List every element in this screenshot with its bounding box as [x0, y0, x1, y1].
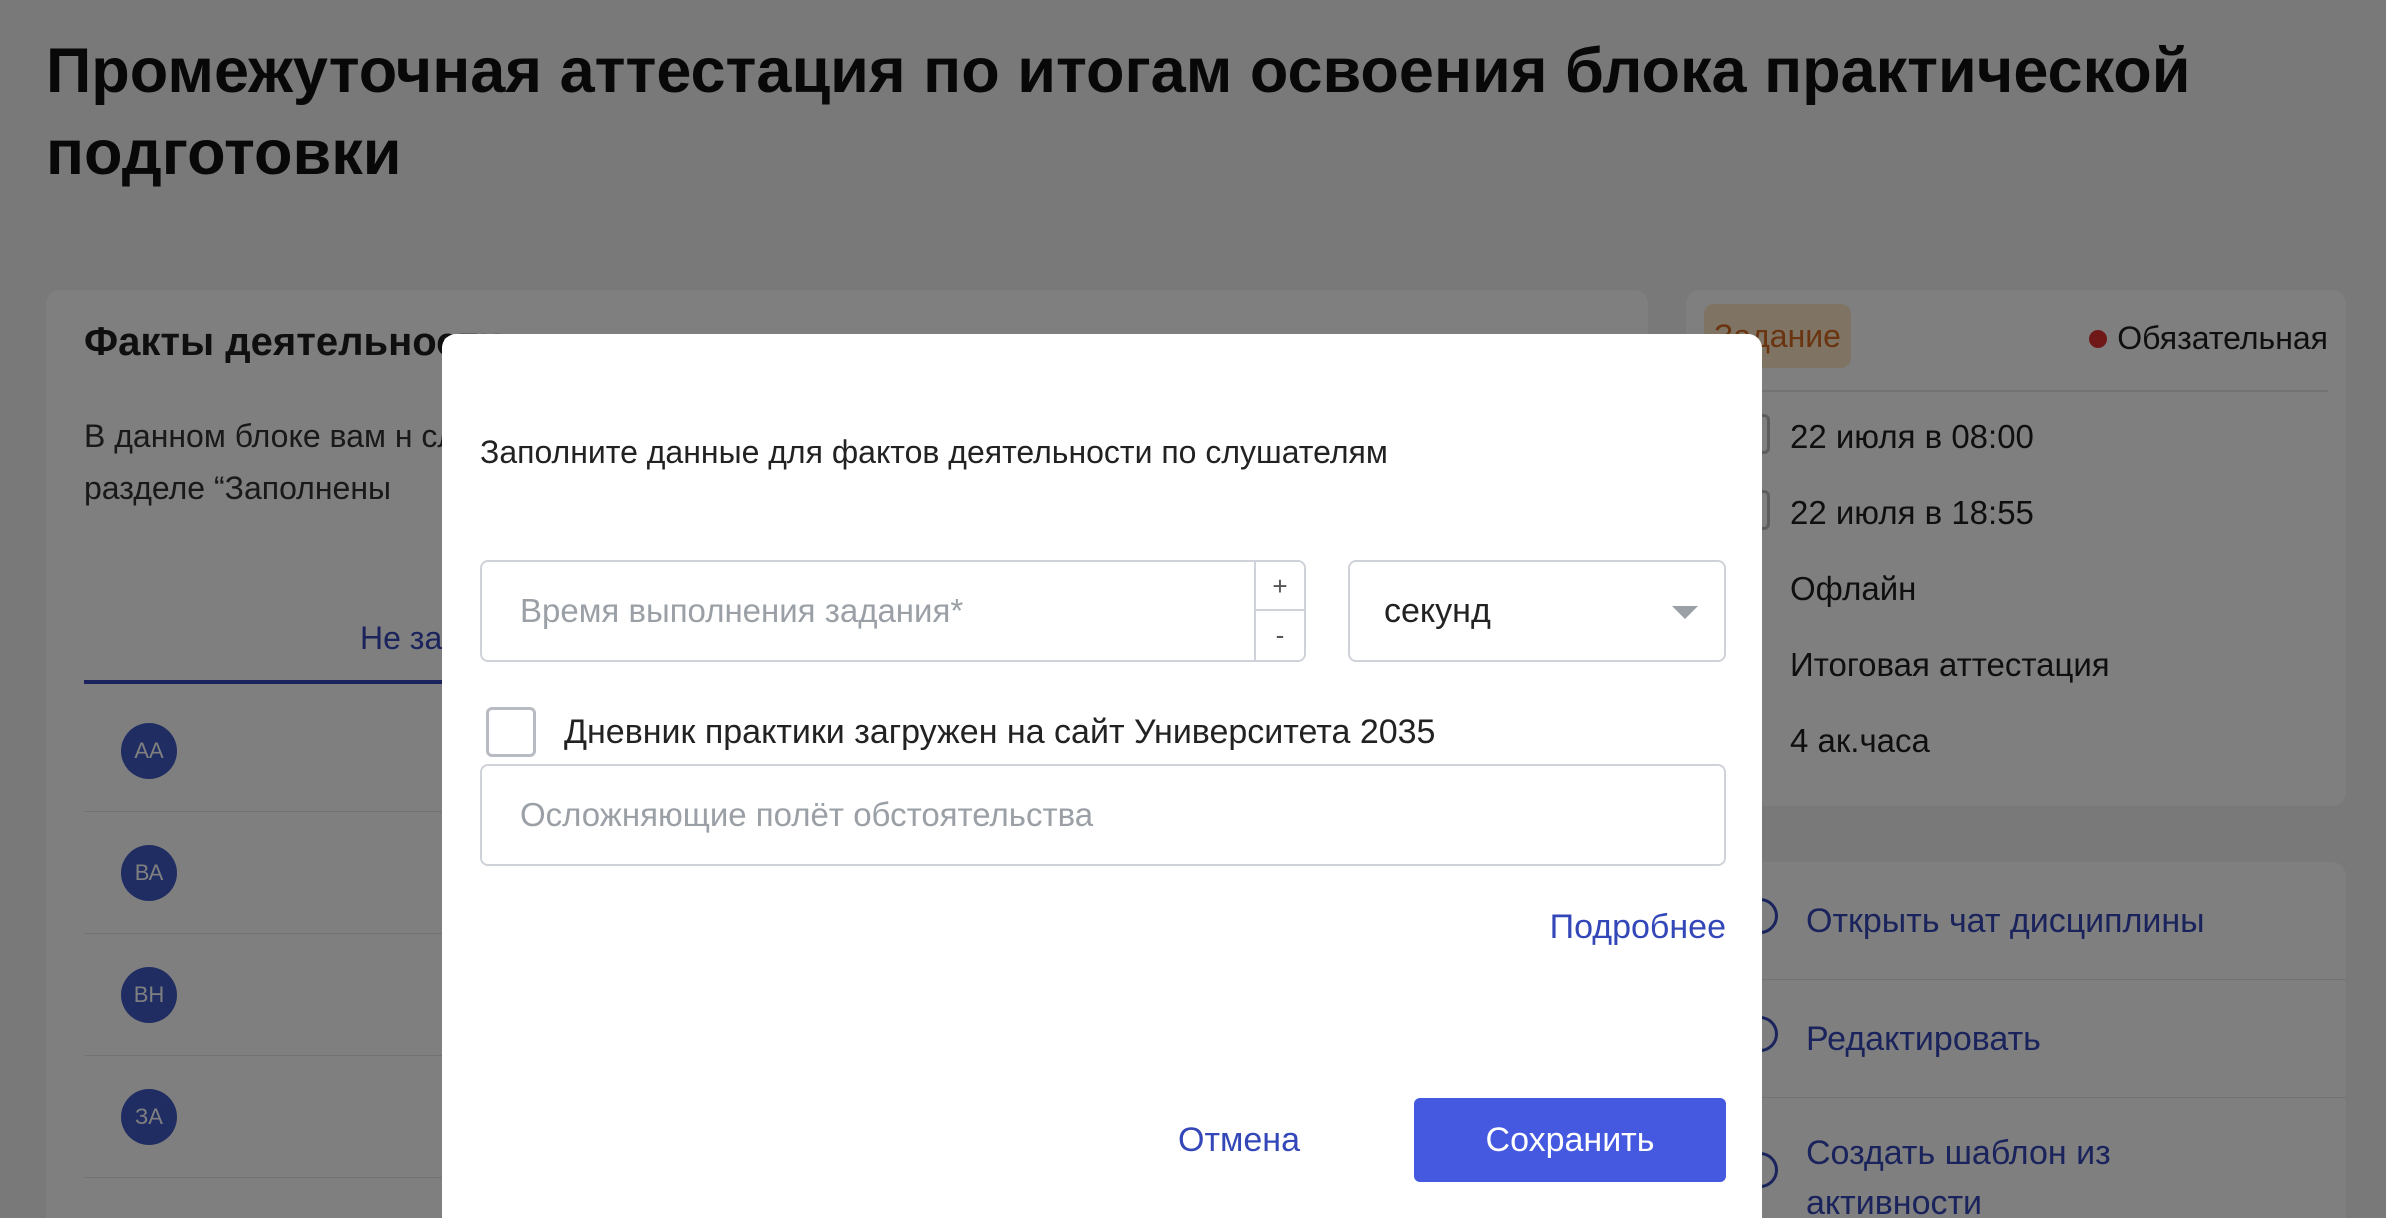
increment-button[interactable]: + [1256, 562, 1304, 611]
diary-uploaded-label: Дневник практики загружен на сайт Универ… [564, 712, 1436, 751]
chevron-down-icon [1672, 606, 1698, 619]
cancel-button[interactable]: Отмена [1178, 1098, 1300, 1182]
save-button[interactable]: Сохранить [1414, 1098, 1726, 1182]
activity-facts-dialog: Заполните данные для фактов деятельности… [442, 334, 1762, 1218]
time-unit-value: секунд [1384, 592, 1491, 630]
execution-time-field: + - [480, 560, 1306, 662]
complications-input[interactable] [480, 764, 1726, 866]
dialog-heading: Заполните данные для фактов деятельности… [480, 434, 1388, 470]
time-unit-select[interactable]: секунд [1348, 560, 1726, 662]
execution-time-input[interactable] [482, 562, 1256, 660]
diary-uploaded-checkbox-row[interactable]: Дневник практики загружен на сайт Универ… [486, 706, 1435, 758]
more-details-link[interactable]: Подробнее [1550, 908, 1726, 947]
diary-uploaded-checkbox[interactable] [486, 707, 536, 757]
decrement-button[interactable]: - [1256, 611, 1304, 660]
execution-time-stepper: + - [1254, 562, 1304, 660]
